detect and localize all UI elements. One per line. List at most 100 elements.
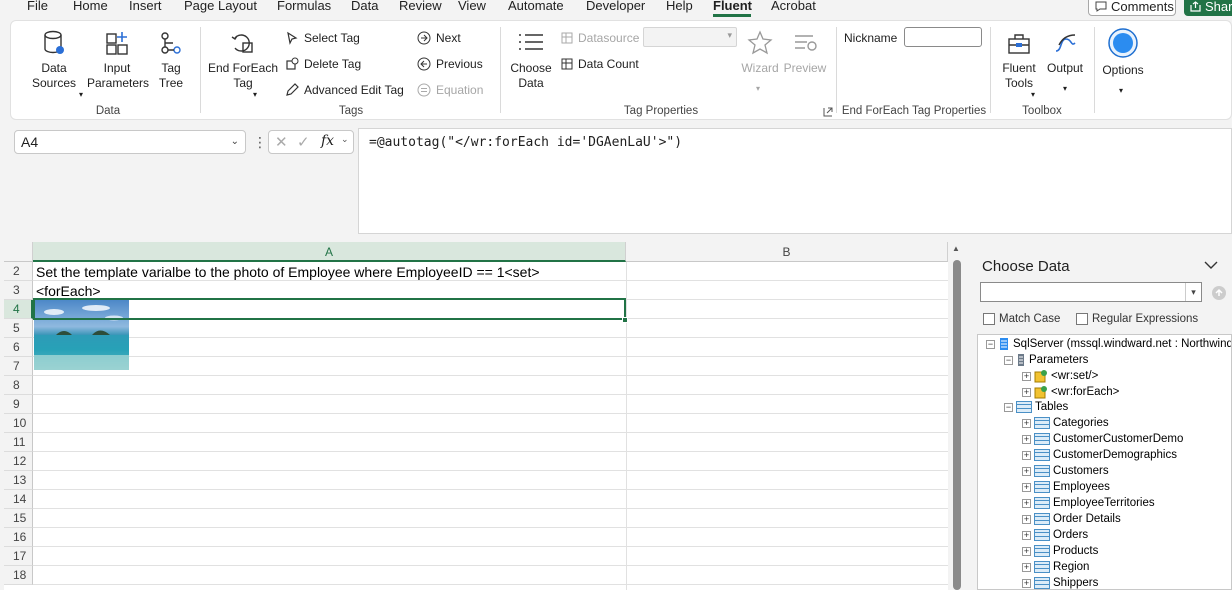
match-case-checkbox[interactable]: Match Case bbox=[983, 313, 1060, 325]
tree-node-table[interactable]: + Shippers bbox=[1022, 577, 1098, 589]
delete-tag-button[interactable]: Delete Tag bbox=[285, 57, 361, 71]
menu-help[interactable]: Help bbox=[666, 0, 693, 13]
cancel-icon[interactable]: ✕ bbox=[275, 133, 288, 151]
menu-developer[interactable]: Developer bbox=[586, 0, 645, 13]
row-header-15[interactable]: 15 bbox=[4, 509, 33, 528]
more-options-icon[interactable]: ⋮ bbox=[253, 134, 267, 151]
tree-node-table[interactable]: + Products bbox=[1022, 545, 1098, 557]
tree-node-table[interactable]: + EmployeeTerritories bbox=[1022, 497, 1155, 509]
row-header-16[interactable]: 16 bbox=[4, 528, 33, 547]
expand-icon[interactable]: + bbox=[1022, 450, 1031, 460]
cell-a2[interactable]: Set the template varialbe to the photo o… bbox=[36, 264, 540, 280]
expand-icon[interactable]: + bbox=[1022, 546, 1031, 556]
row-header-14[interactable]: 14 bbox=[4, 490, 33, 509]
dialog-launcher-icon[interactable] bbox=[823, 107, 833, 117]
fluent-tools-button[interactable]: Fluent Tools ▾ bbox=[997, 29, 1041, 99]
insert-function-icon[interactable]: fx bbox=[321, 133, 334, 149]
menu-home[interactable]: Home bbox=[73, 0, 108, 13]
share-button[interactable]: Shar bbox=[1184, 0, 1232, 16]
tree-node-table[interactable]: + Region bbox=[1022, 561, 1089, 573]
column-header-b[interactable]: B bbox=[626, 242, 948, 262]
row-header-4[interactable]: 4 bbox=[4, 300, 33, 319]
end-foreach-tag-button[interactable]: End ForEach Tag ▾ bbox=[207, 29, 279, 99]
regex-checkbox[interactable]: Regular Expressions bbox=[1076, 313, 1198, 325]
expand-icon[interactable]: + bbox=[1022, 434, 1031, 444]
row-header-13[interactable]: 13 bbox=[4, 471, 33, 490]
nickname-input[interactable] bbox=[904, 27, 982, 47]
row-header-7[interactable]: 7 bbox=[4, 357, 33, 376]
menu-view[interactable]: View bbox=[458, 0, 486, 13]
active-cell-selection[interactable] bbox=[33, 298, 626, 320]
row-header-6[interactable]: 6 bbox=[4, 338, 33, 357]
row-header-12[interactable]: 12 bbox=[4, 452, 33, 471]
expand-icon[interactable]: + bbox=[1022, 578, 1031, 588]
expand-icon[interactable]: + bbox=[1022, 466, 1031, 476]
panel-collapse-icon[interactable] bbox=[1204, 260, 1218, 270]
menu-review[interactable]: Review bbox=[399, 0, 442, 13]
row-header-5[interactable]: 5 bbox=[4, 319, 33, 338]
menu-page-layout[interactable]: Page Layout bbox=[184, 0, 257, 13]
scrollbar-thumb[interactable] bbox=[953, 260, 961, 590]
menu-insert[interactable]: Insert bbox=[129, 0, 162, 13]
expand-icon[interactable]: + bbox=[1022, 371, 1031, 381]
tree-node-table[interactable]: + Orders bbox=[1022, 529, 1088, 541]
tree-node-table[interactable]: + Customers bbox=[1022, 465, 1109, 477]
collapse-icon[interactable]: − bbox=[986, 339, 995, 349]
previous-button[interactable]: Previous bbox=[417, 57, 483, 71]
row-header-11[interactable]: 11 bbox=[4, 433, 33, 452]
data-count-button[interactable]: Data Count bbox=[561, 57, 639, 71]
go-arrow-icon[interactable] bbox=[1211, 285, 1227, 301]
input-parameters-button[interactable]: Input Parameters bbox=[87, 29, 149, 91]
row-header-8[interactable]: 8 bbox=[4, 376, 33, 395]
vertical-scrollbar[interactable]: ▲ bbox=[950, 242, 964, 590]
wizard-button[interactable]: Wizard ▾ bbox=[739, 29, 781, 93]
menu-fluent[interactable]: Fluent bbox=[713, 0, 752, 13]
advanced-edit-tag-button[interactable]: Advanced Edit Tag bbox=[285, 83, 404, 97]
row-header-10[interactable]: 10 bbox=[4, 414, 33, 433]
tree-node-parameters[interactable]: − Parameters bbox=[1004, 353, 1088, 367]
collapse-icon[interactable]: − bbox=[1004, 355, 1013, 365]
tree-node-table[interactable]: + CustomerCustomerDemo bbox=[1022, 433, 1183, 445]
expand-icon[interactable]: + bbox=[1022, 387, 1031, 397]
tree-node-tables[interactable]: − Tables bbox=[1004, 401, 1068, 413]
tree-node-table[interactable]: + Categories bbox=[1022, 417, 1109, 429]
worksheet-grid[interactable]: A B 2 3 4 5 6 7 8 9 10 11 12 13 14 15 16 17 18 Set the t… bbox=[4, 242, 948, 590]
enter-icon[interactable]: ✓ bbox=[297, 133, 310, 151]
menu-data[interactable]: Data bbox=[351, 0, 378, 13]
output-button[interactable]: Output ▾ bbox=[1043, 29, 1087, 93]
select-tag-button[interactable]: Select Tag bbox=[285, 31, 360, 45]
fill-handle[interactable] bbox=[622, 317, 628, 323]
row-header-3[interactable]: 3 bbox=[4, 281, 33, 300]
equation-button[interactable]: Equation bbox=[417, 83, 483, 97]
tree-node-param-foreach[interactable]: + <wr:forEach> bbox=[1022, 385, 1119, 399]
tree-node-table[interactable]: + Employees bbox=[1022, 481, 1110, 493]
preview-button[interactable]: Preview bbox=[783, 29, 827, 76]
column-header-a[interactable]: A bbox=[33, 242, 626, 262]
expand-icon[interactable]: + bbox=[1022, 418, 1031, 428]
menu-file[interactable]: File bbox=[27, 0, 48, 13]
select-all-corner[interactable] bbox=[4, 242, 33, 262]
tree-node-table[interactable]: + Order Details bbox=[1022, 513, 1121, 525]
tree-node-server[interactable]: − SqlServer (mssql.windward.net : Northw… bbox=[986, 337, 1231, 351]
cell-a3[interactable]: <forEach> bbox=[36, 283, 101, 299]
tree-node-param-set[interactable]: + <wr:set/> bbox=[1022, 369, 1098, 383]
options-button[interactable]: Options ▾ bbox=[1099, 27, 1147, 95]
menu-automate[interactable]: Automate bbox=[508, 0, 564, 13]
row-header-9[interactable]: 9 bbox=[4, 395, 33, 414]
collapse-icon[interactable]: − bbox=[1004, 402, 1013, 412]
expand-icon[interactable]: + bbox=[1022, 514, 1031, 524]
tag-tree-button[interactable]: Tag Tree bbox=[151, 29, 191, 91]
name-box[interactable]: A4 ⌄ bbox=[14, 130, 246, 154]
data-tree[interactable]: − SqlServer (mssql.windward.net : Northw… bbox=[977, 334, 1232, 590]
panel-search-combo[interactable]: ▾ bbox=[980, 282, 1202, 302]
next-button[interactable]: Next bbox=[417, 31, 461, 45]
menu-acrobat[interactable]: Acrobat bbox=[771, 0, 816, 13]
datasource-select[interactable]: ▾ bbox=[643, 27, 737, 47]
menu-formulas[interactable]: Formulas bbox=[277, 0, 331, 13]
choose-data-button[interactable]: Choose Data bbox=[505, 29, 557, 91]
formula-input[interactable]: =@autotag("</wr:forEach id='DGAenLaU'>") bbox=[358, 128, 1232, 234]
expand-icon[interactable]: + bbox=[1022, 562, 1031, 572]
tree-node-table[interactable]: + CustomerDemographics bbox=[1022, 449, 1177, 461]
row-header-2[interactable]: 2 bbox=[4, 262, 33, 281]
expand-icon[interactable]: + bbox=[1022, 482, 1031, 492]
